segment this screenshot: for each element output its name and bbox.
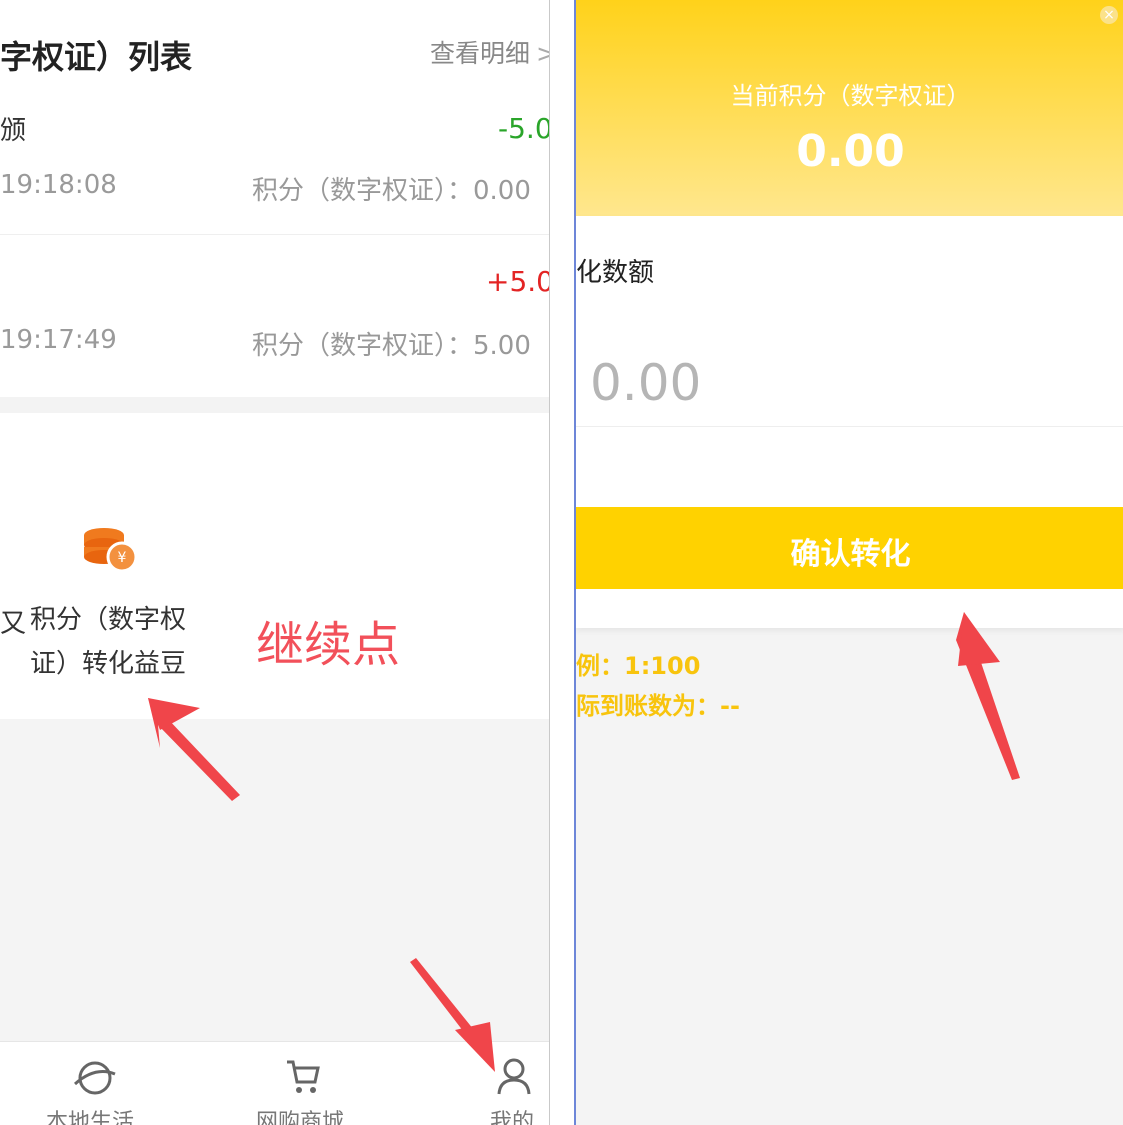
annotation-arrows (956, 612, 1020, 780)
convert-dialog: × 当前积分（数字权证） 0.00 化数额 0.00 确认转化 例：1:100 … (574, 0, 1123, 1125)
annotation-arrow (455, 1022, 495, 1072)
annotation-arrows (148, 698, 495, 1072)
points-list-panel: 字权证）列表 查看明细> 颁 -5.00 19:18:08 积分（数字权证）：0… (0, 0, 550, 1125)
annotation-arrow (958, 612, 1000, 666)
